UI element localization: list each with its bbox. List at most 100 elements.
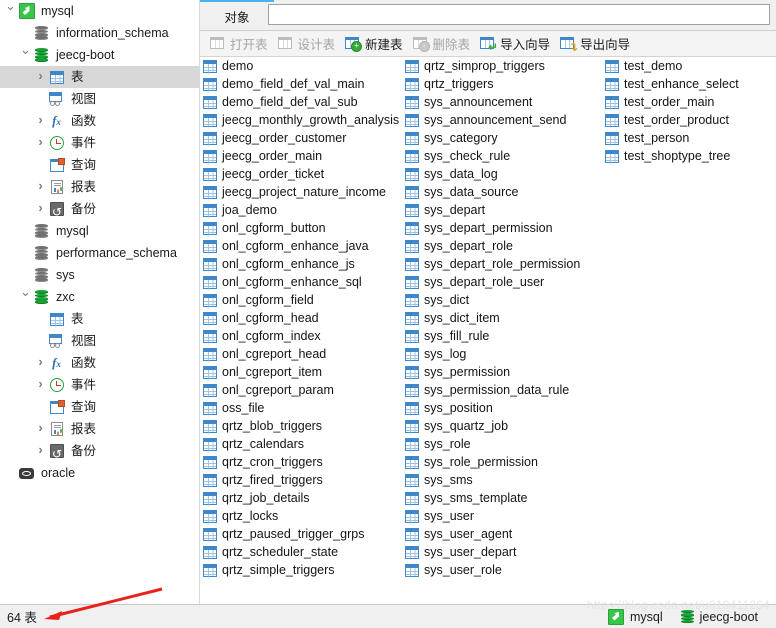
table-list-item[interactable]: sys_depart_role_permission	[405, 255, 605, 273]
tree-node-sys[interactable]: sys	[0, 264, 199, 286]
table-list-item[interactable]: sys_dict	[405, 291, 605, 309]
table-list-item[interactable]: qrtz_fired_triggers	[203, 471, 405, 489]
tree-node-information_schema[interactable]: information_schema	[0, 22, 199, 44]
table-list-item[interactable]: test_order_main	[605, 93, 775, 111]
table-list-item[interactable]: sys_category	[405, 129, 605, 147]
table-list-item[interactable]: sys_log	[405, 345, 605, 363]
import-wizard-button[interactable]: ↵ 导入向导	[475, 33, 555, 55]
table-list-item[interactable]: onl_cgreport_param	[203, 381, 405, 399]
tree-node-函数[interactable]: fx 函数	[0, 110, 199, 132]
table-list-item[interactable]: jeecg_project_nature_income	[203, 183, 405, 201]
table-list-item[interactable]: sys_depart_role	[405, 237, 605, 255]
table-list-item[interactable]: qrtz_scheduler_state	[203, 543, 405, 561]
chevron-right-icon[interactable]	[34, 197, 47, 221]
search-input-wrapper[interactable]	[268, 4, 770, 25]
tree-node-查询[interactable]: 查询	[0, 396, 199, 418]
table-list-item[interactable]: onl_cgform_enhance_js	[203, 255, 405, 273]
tree-node-zxc[interactable]: zxc	[0, 286, 199, 308]
table-list-item[interactable]: qrtz_cron_triggers	[203, 453, 405, 471]
search-input[interactable]	[269, 5, 769, 24]
tree-node-备份[interactable]: 备份	[0, 439, 199, 465]
tree-node-mysql[interactable]: mysql	[0, 220, 199, 242]
tree-node-查询[interactable]: 查询	[0, 154, 199, 176]
table-list-item[interactable]: demo_field_def_val_main	[203, 75, 405, 93]
chevron-right-icon[interactable]	[34, 351, 47, 375]
table-list-item[interactable]: sys_user_depart	[405, 543, 605, 561]
tree-node-备份[interactable]: 备份	[0, 197, 199, 223]
table-list-item[interactable]: onl_cgreport_head	[203, 345, 405, 363]
table-list-item[interactable]: onl_cgform_head	[203, 309, 405, 327]
tree-node-performance_schema[interactable]: performance_schema	[0, 242, 199, 264]
table-list-item[interactable]: jeecg_order_main	[203, 147, 405, 165]
table-list-item[interactable]: sys_sms	[405, 471, 605, 489]
table-list-item[interactable]: sys_announcement	[405, 93, 605, 111]
object-list[interactable]: demo demo_field_def_val_main demo_field_de…	[200, 57, 776, 604]
table-list-item[interactable]: sys_position	[405, 399, 605, 417]
table-list-item[interactable]: sys_announcement_send	[405, 111, 605, 129]
table-list-item[interactable]: sys_user	[405, 507, 605, 525]
tree-node-表[interactable]: 表	[0, 66, 199, 88]
table-list-item[interactable]: sys_depart	[405, 201, 605, 219]
table-list-item[interactable]: onl_cgform_button	[203, 219, 405, 237]
table-list-item[interactable]: onl_cgform_field	[203, 291, 405, 309]
table-list-item[interactable]: qrtz_simple_triggers	[203, 561, 405, 579]
table-list-item[interactable]: qrtz_calendars	[203, 435, 405, 453]
table-list-item[interactable]: demo	[203, 57, 405, 75]
tree-node-事件[interactable]: 事件	[0, 132, 199, 154]
export-wizard-button[interactable]: ↴ 导出向导	[555, 33, 635, 55]
tab-object[interactable]: 对象	[200, 2, 274, 30]
table-list-item[interactable]: sys_check_rule	[405, 147, 605, 165]
table-list-item[interactable]: jeecg_monthly_growth_analysis	[203, 111, 405, 129]
table-list-item[interactable]: qrtz_triggers	[405, 75, 605, 93]
table-list-item[interactable]: onl_cgform_enhance_java	[203, 237, 405, 255]
table-list-item[interactable]: sys_dict_item	[405, 309, 605, 327]
table-list-item[interactable]: jeecg_order_customer	[203, 129, 405, 147]
table-list-item[interactable]: oss_file	[203, 399, 405, 417]
table-list-item[interactable]: qrtz_simprop_triggers	[405, 57, 605, 75]
table-list-item[interactable]: sys_user_agent	[405, 525, 605, 543]
tree-node-mysql[interactable]: mysql	[0, 0, 199, 22]
chevron-right-icon[interactable]	[34, 373, 47, 397]
tree-node-oracle[interactable]: oracle	[0, 462, 199, 484]
table-list-item[interactable]: qrtz_blob_triggers	[203, 417, 405, 435]
tree-node-表[interactable]: 表	[0, 308, 199, 330]
table-list-item[interactable]: sys_permission_data_rule	[405, 381, 605, 399]
table-list-item[interactable]: test_person	[605, 129, 775, 147]
table-list-item[interactable]: sys_quartz_job	[405, 417, 605, 435]
chevron-right-icon[interactable]	[34, 109, 47, 133]
table-list-item[interactable]: sys_role	[405, 435, 605, 453]
table-list-item[interactable]: sys_depart_role_user	[405, 273, 605, 291]
tree-node-视图[interactable]: 视图	[0, 88, 199, 110]
tree-node-视图[interactable]: 视图	[0, 330, 199, 352]
tree-node-报表[interactable]: 报表	[0, 418, 199, 440]
tree-node-jeecg-boot[interactable]: jeecg-boot	[0, 44, 199, 66]
table-list-item[interactable]: sys_sms_template	[405, 489, 605, 507]
table-list-item[interactable]: sys_fill_rule	[405, 327, 605, 345]
table-list-item[interactable]: qrtz_locks	[203, 507, 405, 525]
table-list-item[interactable]: qrtz_job_details	[203, 489, 405, 507]
table-list-item[interactable]: sys_data_source	[405, 183, 605, 201]
table-list-item[interactable]: test_demo	[605, 57, 775, 75]
chevron-right-icon[interactable]	[34, 417, 47, 441]
chevron-down-icon[interactable]	[4, 0, 17, 23]
table-list-item[interactable]: sys_permission	[405, 363, 605, 381]
table-list-item[interactable]: onl_cgform_enhance_sql	[203, 273, 405, 291]
object-tree-pane[interactable]: mysqlinformation_schemajeecg-boot表视图fx函数…	[0, 0, 200, 604]
chevron-down-icon[interactable]	[19, 285, 32, 309]
tree-node-函数[interactable]: fx 函数	[0, 352, 199, 374]
chevron-right-icon[interactable]	[34, 439, 47, 463]
chevron-right-icon[interactable]	[34, 65, 47, 89]
chevron-right-icon[interactable]	[34, 175, 47, 199]
table-list-item[interactable]: qrtz_paused_trigger_grps	[203, 525, 405, 543]
tree-node-事件[interactable]: 事件	[0, 374, 199, 396]
tree-node-报表[interactable]: 报表	[0, 176, 199, 198]
new-table-button[interactable]: + 新建表	[340, 33, 408, 55]
table-list-item[interactable]: sys_data_log	[405, 165, 605, 183]
table-list-item[interactable]: test_order_product	[605, 111, 775, 129]
table-list-item[interactable]: sys_depart_permission	[405, 219, 605, 237]
chevron-down-icon[interactable]	[19, 43, 32, 67]
table-list-item[interactable]: jeecg_order_ticket	[203, 165, 405, 183]
table-list-item[interactable]: test_enhance_select	[605, 75, 775, 93]
table-list-item[interactable]: sys_user_role	[405, 561, 605, 579]
table-list-item[interactable]: joa_demo	[203, 201, 405, 219]
